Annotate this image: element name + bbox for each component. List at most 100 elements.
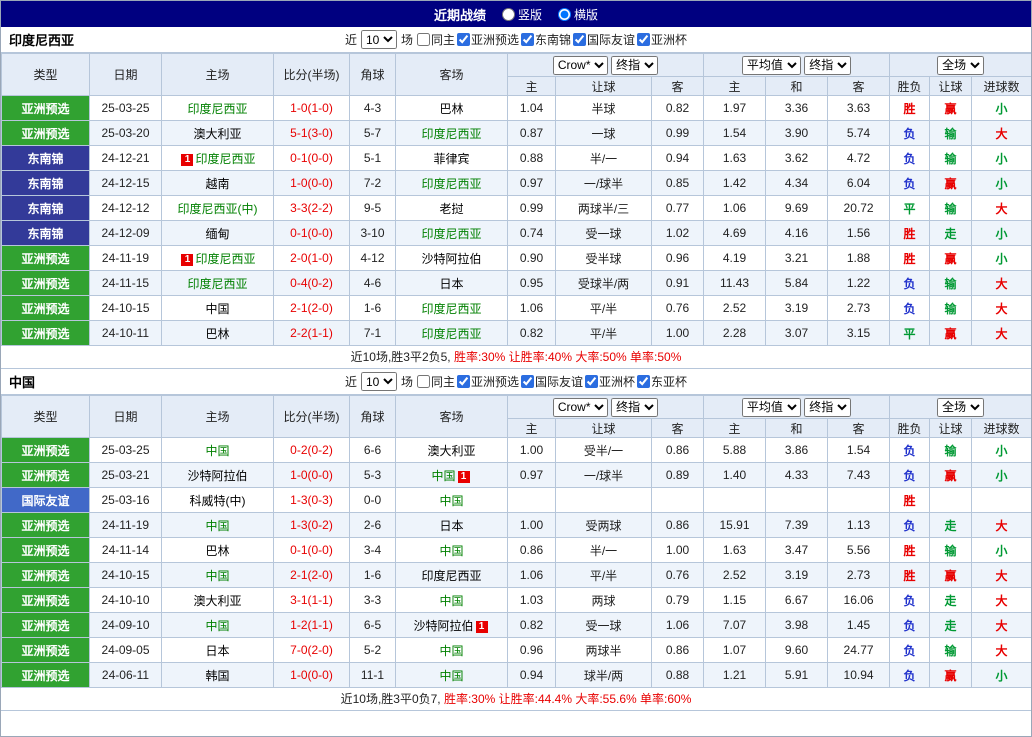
- result-goals: 小: [972, 246, 1032, 271]
- match-date: 24-11-15: [90, 271, 162, 296]
- euro-draw-odds: 3.98: [766, 613, 828, 638]
- competition-type: 亚洲预选: [2, 438, 90, 463]
- home-team-cell: 巴林: [162, 321, 274, 346]
- bookmaker-select[interactable]: Crow*: [553, 56, 608, 75]
- scope-select[interactable]: 全场: [937, 56, 984, 75]
- red-card-badge: 1: [181, 254, 193, 266]
- filter-checkbox[interactable]: 同主: [417, 373, 455, 390]
- competition-type: 东南锦: [2, 196, 90, 221]
- filter-checkbox-input[interactable]: [457, 33, 470, 46]
- asian-stage-select[interactable]: 终指: [611, 398, 658, 417]
- result-winlose: 负: [890, 663, 930, 688]
- subcol-euro-draw: 和: [766, 77, 828, 96]
- average-select[interactable]: 平均值: [742, 398, 801, 417]
- euro-stage-select[interactable]: 终指: [804, 398, 851, 417]
- corner-count: 4-3: [350, 96, 396, 121]
- asian-away-odds: 0.88: [652, 663, 704, 688]
- match-date: 24-09-10: [90, 613, 162, 638]
- match-score: 1-3(0-3): [274, 488, 350, 513]
- match-row: 亚洲预选24-10-10澳大利亚3-1(1-1)3-3中国1.03两球0.791…: [2, 588, 1032, 613]
- competition-type: 亚洲预选: [2, 271, 90, 296]
- asian-home-odds: 0.99: [508, 196, 556, 221]
- match-row: 亚洲预选24-11-15印度尼西亚0-4(0-2)4-6日本0.95受球半/两0…: [2, 271, 1032, 296]
- filter-checkbox-input[interactable]: [521, 375, 534, 388]
- asian-handicap-line: 受两球: [556, 513, 652, 538]
- corner-count: 5-1: [350, 146, 396, 171]
- col-away: 客场: [396, 54, 508, 96]
- vertical-layout-radio[interactable]: [502, 8, 515, 21]
- filter-checkbox[interactable]: 亚洲预选: [457, 373, 519, 390]
- team-name: 印度尼西亚: [187, 102, 247, 116]
- asian-home-odds: 0.97: [508, 463, 556, 488]
- euro-away-odds: 1.54: [828, 438, 890, 463]
- result-winlose: 负: [890, 171, 930, 196]
- filter-checkbox[interactable]: 国际友谊: [573, 31, 635, 48]
- euro-away-odds: 1.88: [828, 246, 890, 271]
- result-handicap: 走: [930, 221, 972, 246]
- asian-home-odds: 1.06: [508, 563, 556, 588]
- filter-checkbox-input[interactable]: [521, 33, 534, 46]
- euro-home-odds: 1.42: [704, 171, 766, 196]
- table-header-row-1: 类型 日期 主场 比分(半场) 角球 客场 Crow* 终指 平均值 终指: [2, 396, 1032, 419]
- euro-away-odds: 5.56: [828, 538, 890, 563]
- euro-away-odds: 24.77: [828, 638, 890, 663]
- red-card-badge: 1: [476, 621, 488, 633]
- match-row: 亚洲预选24-11-14巴林0-1(0-0)3-4中国0.86半/一1.001.…: [2, 538, 1032, 563]
- home-team-cell: 印度尼西亚: [162, 96, 274, 121]
- filter-checkbox-label: 亚洲预选: [471, 31, 519, 48]
- competition-type: 亚洲预选: [2, 663, 90, 688]
- filter-checkbox-label: 亚洲杯: [599, 373, 635, 390]
- filter-checkbox[interactable]: 亚洲杯: [585, 373, 635, 390]
- filter-checkbox-input[interactable]: [457, 375, 470, 388]
- col-date: 日期: [90, 54, 162, 96]
- match-score: 3-3(2-2): [274, 196, 350, 221]
- horizontal-layout-radio[interactable]: [558, 8, 571, 21]
- team-name: 越南: [205, 177, 229, 191]
- home-team-cell: 1印度尼西亚: [162, 146, 274, 171]
- result-winlose: 胜: [890, 221, 930, 246]
- euro-draw-odds: 3.90: [766, 121, 828, 146]
- col-type: 类型: [2, 396, 90, 438]
- result-goals: 大: [972, 121, 1032, 146]
- subcol-euro-away: 客: [828, 419, 890, 438]
- filter-checkbox[interactable]: 同主: [417, 31, 455, 48]
- corner-count: 7-1: [350, 321, 396, 346]
- euro-home-odds: 7.07: [704, 613, 766, 638]
- result-handicap: 赢: [930, 246, 972, 271]
- filter-checkbox-input[interactable]: [637, 375, 650, 388]
- filter-checkbox[interactable]: 亚洲预选: [457, 31, 519, 48]
- team-name: 印度尼西亚: [421, 327, 481, 341]
- filter-checkbox-input[interactable]: [585, 375, 598, 388]
- average-select[interactable]: 平均值: [742, 56, 801, 75]
- euro-stage-select[interactable]: 终指: [804, 56, 851, 75]
- filter-checkbox-input[interactable]: [417, 33, 430, 46]
- filter-checkbox[interactable]: 东亚杯: [637, 373, 687, 390]
- filter-checkbox[interactable]: 国际友谊: [521, 373, 583, 390]
- bookmaker-select[interactable]: Crow*: [553, 398, 608, 417]
- asian-away-odds: 0.79: [652, 588, 704, 613]
- team-name: 印度尼西亚(中): [178, 202, 258, 216]
- table-header-row-1: 类型 日期 主场 比分(半场) 角球 客场 Crow* 终指 平均值 终指: [2, 54, 1032, 77]
- asian-stage-select[interactable]: 终指: [611, 56, 658, 75]
- competition-type: 亚洲预选: [2, 538, 90, 563]
- filter-checkbox[interactable]: 亚洲杯: [637, 31, 687, 48]
- match-row: 亚洲预选24-06-11韩国1-0(0-0)11-1中国0.94球半/两0.88…: [2, 663, 1032, 688]
- team-name: 中国: [205, 519, 229, 533]
- recent-count-select[interactable]: 10: [361, 30, 397, 49]
- euro-away-odds: 1.13: [828, 513, 890, 538]
- scope-select[interactable]: 全场: [937, 398, 984, 417]
- section-indonesia: 印度尼西亚 近 10 场 同主亚洲预选东南锦国际友谊亚洲杯 类型 日期 主场: [1, 27, 1031, 369]
- asian-handicap-line: 半/一: [556, 146, 652, 171]
- competition-type: 亚洲预选: [2, 463, 90, 488]
- away-team-cell: 中国: [396, 538, 508, 563]
- recent-count-select[interactable]: 10: [361, 372, 397, 391]
- filter-checkbox-input[interactable]: [417, 375, 430, 388]
- layout-option-horizontal[interactable]: 横版: [558, 6, 598, 23]
- filter-checkbox-input[interactable]: [637, 33, 650, 46]
- corner-count: 0-0: [350, 488, 396, 513]
- layout-option-vertical[interactable]: 竖版: [502, 6, 542, 23]
- filter-checkbox-label: 国际友谊: [535, 373, 583, 390]
- filter-checkbox[interactable]: 东南锦: [521, 31, 571, 48]
- team-name: 巴林: [205, 544, 229, 558]
- filter-checkbox-input[interactable]: [573, 33, 586, 46]
